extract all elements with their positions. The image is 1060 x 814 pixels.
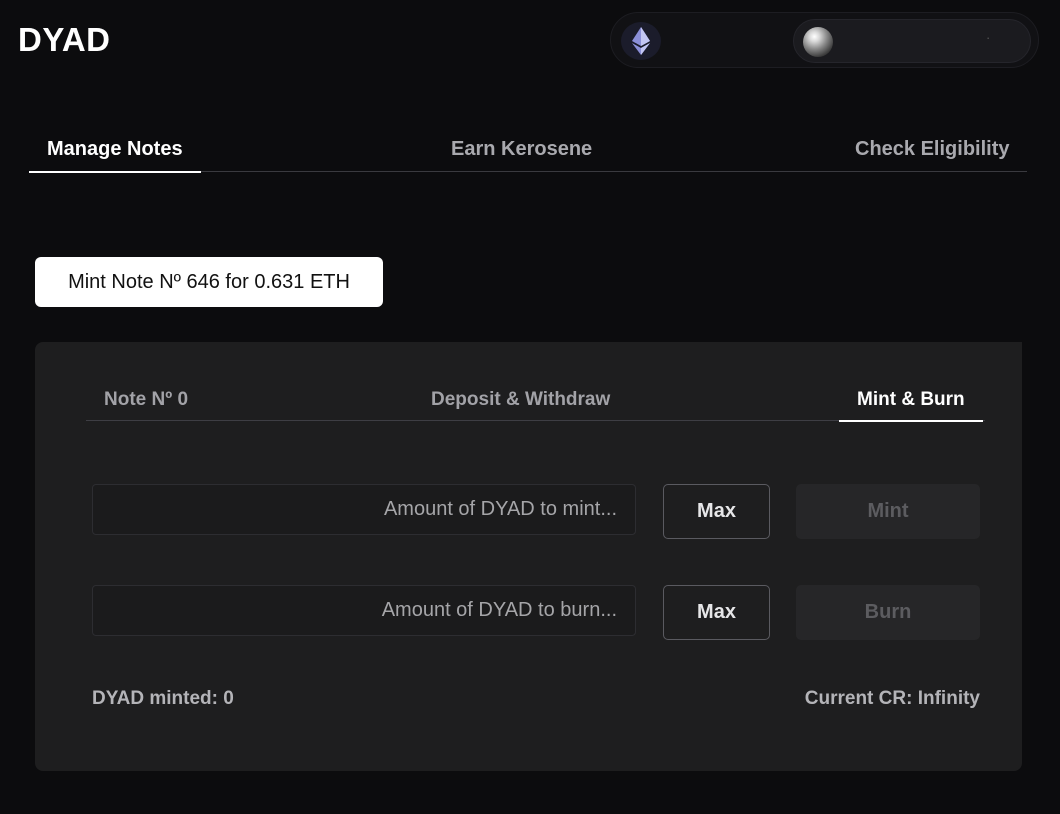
tab-note-number[interactable]: Note Nº 0 (104, 389, 188, 411)
tab-check-eligibility[interactable]: Check Eligibility (855, 138, 1009, 172)
current-cr-stat: Current CR: Infinity (805, 688, 980, 710)
burn-amount-input[interactable] (92, 585, 636, 636)
tab-deposit-withdraw[interactable]: Deposit & Withdraw (431, 389, 610, 411)
account-button[interactable]: · (793, 19, 1031, 63)
main-tab-bar: Manage Notes Earn Kerosene Check Eligibi… (29, 130, 1027, 173)
current-cr-label: Current CR: (804, 688, 913, 709)
logo[interactable]: DYAD (18, 21, 110, 59)
tab-mint-burn[interactable]: Mint & Burn (839, 389, 983, 422)
current-cr-value: Infinity (917, 688, 980, 709)
ethereum-glyph (632, 27, 650, 55)
avatar (803, 27, 833, 57)
max-mint-button[interactable]: Max (663, 484, 770, 539)
tab-earn-kerosene[interactable]: Earn Kerosene (451, 138, 592, 172)
account-label: · (986, 30, 991, 45)
dyad-minted-value: 0 (223, 688, 234, 709)
dyad-minted-stat: DYAD minted: 0 (92, 688, 234, 710)
max-burn-button[interactable]: Max (663, 585, 770, 640)
note-tab-bar: Note Nº 0 Deposit & Withdraw Mint & Burn (86, 380, 985, 422)
dyad-minted-label: DYAD minted: (92, 688, 218, 709)
mint-note-button[interactable]: Mint Note Nº 646 for 0.631 ETH (35, 257, 383, 307)
app-root: DYAD · Manage Notes Earn Kerosene Check … (0, 0, 1060, 814)
note-card: Note Nº 0 Deposit & Withdraw Mint & Burn… (35, 342, 1022, 771)
mint-button[interactable]: Mint (796, 484, 980, 539)
wallet-bar: · (610, 12, 1039, 68)
tab-manage-notes[interactable]: Manage Notes (29, 138, 201, 173)
burn-button[interactable]: Burn (796, 585, 980, 640)
mint-amount-input[interactable] (92, 484, 636, 535)
ethereum-icon[interactable] (621, 22, 661, 60)
